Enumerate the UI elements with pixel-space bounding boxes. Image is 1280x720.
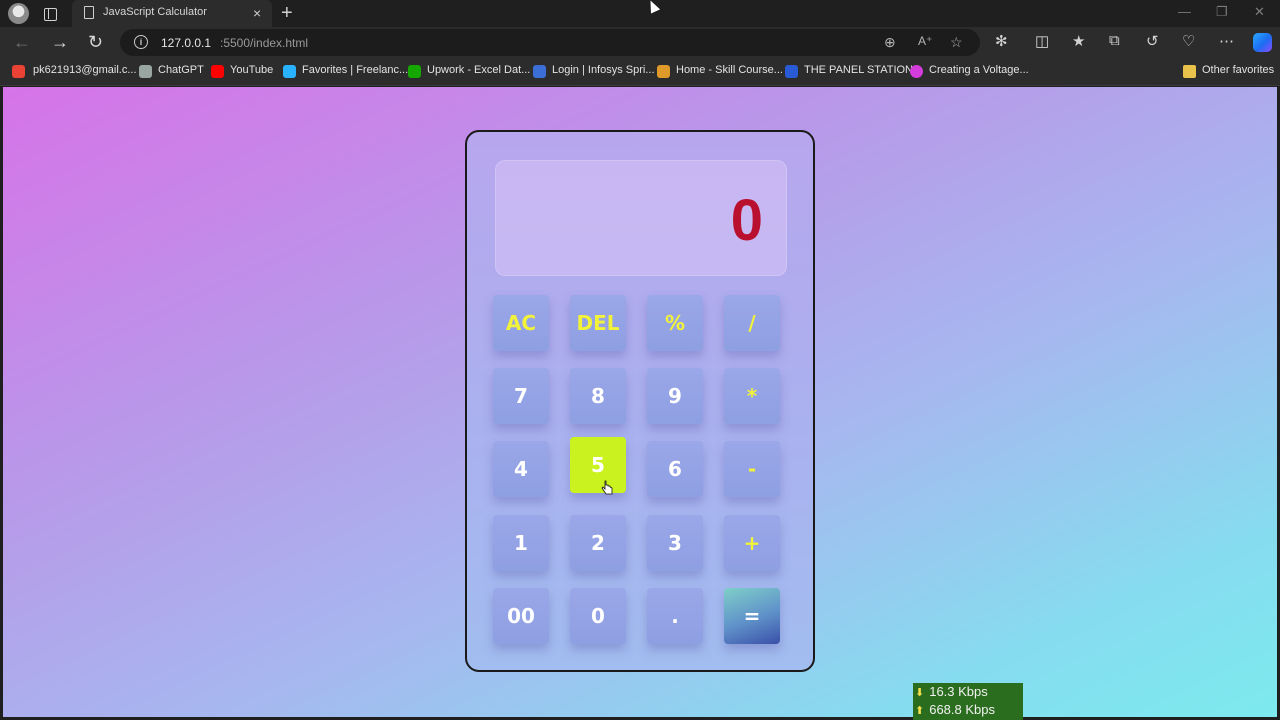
minimize-button[interactable]: —: [1178, 4, 1191, 19]
copilot-icon[interactable]: [1253, 33, 1272, 52]
download-arrow-icon: ⬇: [915, 687, 925, 699]
document-icon: [84, 6, 94, 19]
title-bar: JavaScript Calculator × + — ❐ ✕: [0, 0, 1280, 27]
bookmark-panel-station[interactable]: THE PANEL STATION: [804, 64, 913, 76]
gmail-icon: [12, 65, 25, 78]
key-clear[interactable]: AC: [493, 295, 549, 351]
folder-icon: [1183, 65, 1196, 78]
extensions-icon[interactable]: ✻: [995, 32, 1008, 50]
split-screen-icon[interactable]: ◫: [1035, 32, 1049, 50]
download-speed: 16.3 Kbps: [929, 684, 988, 699]
key-add[interactable]: +: [724, 515, 780, 571]
key-0[interactable]: 0: [570, 588, 626, 644]
key-9[interactable]: 9: [647, 368, 703, 424]
key-divide[interactable]: /: [724, 295, 780, 351]
url-path: :5500/index.html: [220, 36, 309, 50]
bookmark-skill-course[interactable]: Home - Skill Course...: [676, 64, 783, 76]
bookmark-chatgpt[interactable]: ChatGPT: [158, 64, 204, 76]
new-tab-button[interactable]: +: [281, 1, 293, 25]
bookmark-youtube[interactable]: YouTube: [230, 64, 273, 76]
chatgpt-icon: [139, 65, 152, 78]
key-2[interactable]: 2: [570, 515, 626, 571]
key-decimal[interactable]: .: [647, 588, 703, 644]
infosys-icon: [533, 65, 546, 78]
upwork-icon: [408, 65, 421, 78]
upload-arrow-icon: ⬆: [915, 705, 925, 717]
bookmark-upwork[interactable]: Upwork - Excel Dat...: [427, 64, 530, 76]
url-host: 127.0.0.1: [161, 36, 212, 50]
key-4[interactable]: 4: [493, 441, 549, 497]
key-equals[interactable]: =: [724, 588, 780, 644]
bookmark-freelancer[interactable]: Favorites | Freelanc...: [302, 64, 408, 76]
address-bar[interactable]: i 127.0.0.1 :5500/index.html ⊕ A⁺ ☆: [120, 29, 980, 56]
youtube-icon: [211, 65, 224, 78]
favorite-star-icon[interactable]: ☆: [950, 34, 963, 51]
history-icon[interactable]: ↺: [1146, 32, 1159, 50]
skill-course-icon: [657, 65, 670, 78]
key-percent[interactable]: %: [647, 295, 703, 351]
collections-icon[interactable]: ⧉: [1109, 32, 1120, 49]
mouse-cursor-icon: [645, 0, 661, 14]
network-speed-widget: ⬇ 16.3 Kbps ⬆ 668.8 Kbps: [913, 683, 1023, 720]
key-3[interactable]: 3: [647, 515, 703, 571]
favorites-icon[interactable]: ★: [1072, 32, 1085, 50]
browser-essentials-icon[interactable]: ♡: [1182, 32, 1195, 50]
forward-button[interactable]: →: [51, 31, 69, 53]
key-7[interactable]: 7: [493, 368, 549, 424]
key-double-zero[interactable]: 00: [493, 588, 549, 644]
page-viewport: 0 AC DEL%/7 8 9 * 4 5 6-1 2 3 +00 0. =: [3, 87, 1277, 717]
key-6[interactable]: 6: [647, 441, 703, 497]
key-1[interactable]: 1: [493, 515, 549, 571]
settings-more-icon[interactable]: ⋯: [1219, 32, 1234, 50]
maximize-button[interactable]: ❐: [1216, 4, 1228, 20]
key-delete[interactable]: DEL: [570, 295, 626, 351]
bookmark-gmail[interactable]: pk621913@gmail.c...: [33, 64, 137, 76]
freelancer-icon: [283, 65, 296, 78]
other-favorites[interactable]: Other favorites: [1202, 64, 1274, 76]
key-multiply[interactable]: *: [724, 368, 780, 424]
key-5[interactable]: 5: [570, 437, 626, 493]
voltage-icon: [910, 65, 923, 78]
back-button[interactable]: ←: [13, 31, 31, 53]
site-info-icon[interactable]: i: [134, 35, 148, 49]
bookmarks-bar: pk621913@gmail.c... ChatGPT YouTube Favo…: [0, 58, 1280, 86]
key-8[interactable]: 8: [570, 368, 626, 424]
navigation-toolbar: ← → ↻ i 127.0.0.1 :5500/index.html ⊕ A⁺ …: [0, 27, 1280, 58]
display-value: 0: [730, 188, 763, 253]
upload-speed: 668.8 Kbps: [929, 702, 995, 717]
tab-actions-icon[interactable]: [40, 4, 60, 24]
reload-button[interactable]: ↻: [88, 31, 103, 53]
bookmark-infosys[interactable]: Login | Infosys Spri...: [552, 64, 655, 76]
read-aloud-icon[interactable]: A⁺: [918, 34, 932, 48]
bookmark-voltage[interactable]: Creating a Voltage...: [929, 64, 1029, 76]
close-window-button[interactable]: ✕: [1254, 4, 1265, 20]
calculator: 0 AC DEL%/7 8 9 * 4 5 6-1 2 3 +00 0. =: [465, 130, 815, 672]
key-subtract[interactable]: -: [724, 441, 780, 497]
panel-station-icon: [785, 65, 798, 78]
tab-title: JavaScript Calculator: [103, 6, 207, 18]
tab-javascript-calculator[interactable]: JavaScript Calculator ×: [72, 0, 272, 27]
zoom-icon[interactable]: ⊕: [884, 34, 896, 51]
profile-avatar[interactable]: [8, 3, 29, 24]
calculator-display: 0: [495, 160, 787, 276]
hand-pointer-icon: [601, 480, 613, 495]
tab-close-icon[interactable]: ×: [253, 3, 261, 23]
